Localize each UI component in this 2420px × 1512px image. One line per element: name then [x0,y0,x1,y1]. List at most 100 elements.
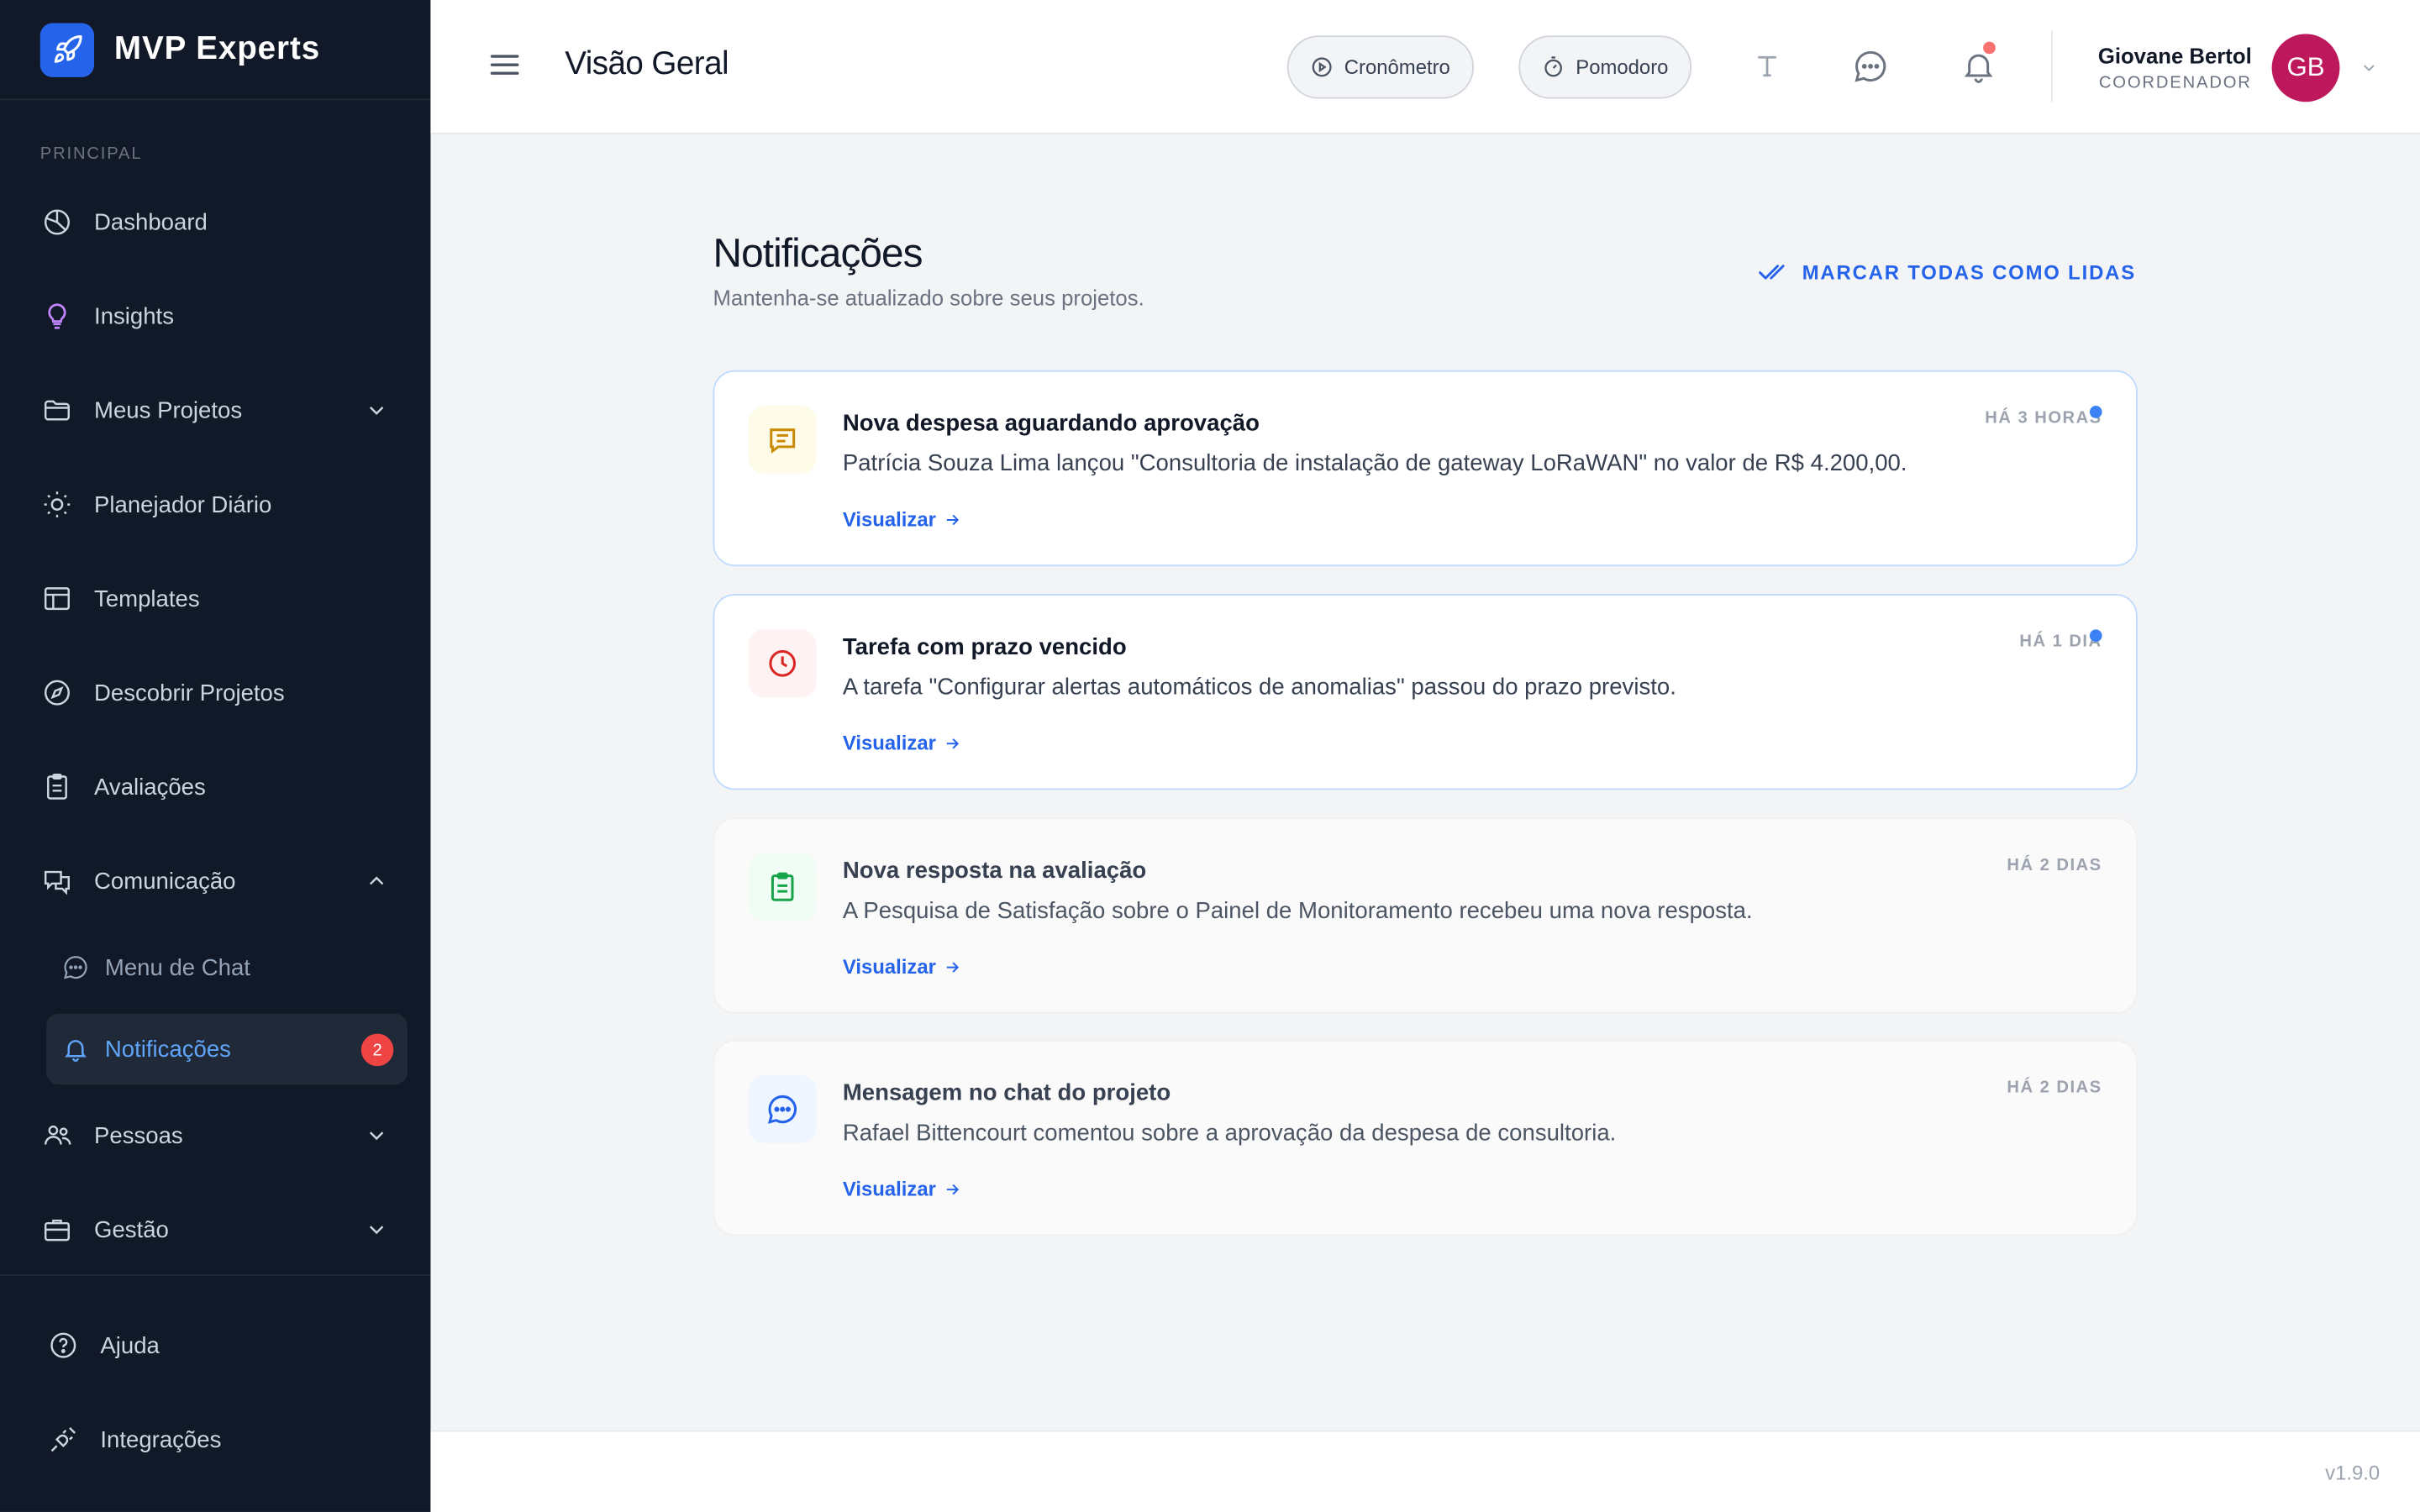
arrow-right-icon [944,510,962,528]
chevron-down-icon[interactable] [364,1123,388,1154]
sun-icon [40,487,74,521]
sidebar-subitem-label: Menu de Chat [104,953,250,981]
sidebar-item-label: Templates [94,585,200,612]
timer-button[interactable]: Cronômetro [1286,35,1474,99]
sidebar-item-label: Descobrir Projetos [94,680,285,706]
app-version: v1.9.0 [2325,1461,2381,1484]
view-link-label: Visualizar [842,731,936,755]
notification-title: Nova despesa aguardando aprovação [842,410,1260,437]
user-role: COORDENADOR [2098,74,2252,93]
sidebar-item-comunicacao[interactable]: Comunicação [40,856,389,906]
mark-all-read-button[interactable]: MARCAR TODAS COMO LIDAS [1757,260,2136,284]
sidebar-item-label: Meus Projetos [94,396,243,424]
chat-icon[interactable] [1852,48,1889,85]
sidebar-item-label: Comunicação [94,868,236,895]
chat-icon [748,1075,817,1143]
compass-icon [40,675,74,709]
sidebar-item-label: Avaliações [94,774,206,801]
user-name: Giovane Bertol [2097,43,2252,68]
view-link-label: Visualizar [842,954,936,979]
page-title: Visão Geral [565,46,729,82]
chevron-down-icon[interactable] [364,398,388,429]
arrow-right-icon [944,1179,962,1198]
notification-card[interactable]: Nova despesa aguardando aprovação Patríc… [713,370,2138,567]
sidebar-item-avaliacoes[interactable]: Avaliações [40,762,389,811]
clipboard-check-icon [748,853,817,921]
sidebar-divider [0,1274,431,1276]
notification-card[interactable]: Nova resposta na avaliação A Pesquisa de… [713,817,2138,1014]
notification-card[interactable]: Tarefa com prazo vencido A tarefa "Confi… [713,594,2138,790]
play-circle-icon [1310,55,1334,79]
top-bar: Visão Geral Cronômetro Pomodoro Giovane … [430,0,2420,134]
footer: v1.9.0 [430,1430,2420,1512]
stopwatch-icon [1542,55,1565,79]
sidebar-item-label: Planejador Diário [94,491,272,518]
notification-time: HÁ 3 HORAS [1985,408,2102,428]
sidebar-item-templates[interactable]: Templates [40,574,389,623]
help-circle-icon [46,1328,80,1362]
sidebar-item-label: Ajuda [100,1331,160,1359]
receipt-icon [748,406,817,474]
notification-title: Mensagem no chat do projeto [842,1079,1171,1106]
folder-icon [40,393,74,427]
header-divider [2050,30,2053,102]
arrow-right-icon [944,733,962,752]
sidebar: MVP Experts PRINCIPAL Dashboard Insights… [0,0,431,1512]
clock-icon [748,629,817,698]
sidebar-section-label: PRINCIPAL [39,144,143,164]
view-link[interactable]: Visualizar [842,731,962,755]
plug-icon [46,1422,80,1456]
sidebar-item-ajuda[interactable]: Ajuda [46,1320,395,1370]
notification-body: A tarefa "Configurar alertas automáticos… [842,674,1676,701]
notification-title: Tarefa com prazo vencido [842,633,1127,661]
sidebar-subitem-menu-de-chat[interactable]: Menu de Chat [46,932,408,1002]
chevron-down-icon[interactable] [2360,57,2378,85]
avatar[interactable]: GB [2271,34,2340,102]
menu-icon[interactable] [487,48,521,81]
double-check-icon [1757,260,1788,284]
sidebar-item-dashboard[interactable]: Dashboard [40,197,389,247]
chart-pie-icon [40,205,74,239]
sidebar-item-label: Pessoas [94,1122,183,1149]
notification-body: A Pesquisa de Satisfação sobre o Painel … [842,897,1753,925]
sidebar-item-label: Insights [94,302,175,330]
sidebar-subitem-notificacoes[interactable]: Notificações 2 [46,1013,408,1085]
sidebar-item-planejador-diario[interactable]: Planejador Diário [40,480,389,529]
brand-name: MVP Experts [113,30,321,66]
sidebar-item-integracoes[interactable]: Integrações [46,1415,395,1464]
notification-body: Rafael Bittencourt comentou sobre a apro… [842,1120,1617,1147]
sidebar-item-gestao[interactable]: Gestão [40,1205,389,1254]
notifications-subtitle: Mantenha-se atualizado sobre seus projet… [713,285,1144,311]
notification-card[interactable]: Mensagem no chat do projeto Rafael Bitte… [713,1039,2138,1236]
pomodoro-label: Pomodoro [1576,55,1669,79]
layout-icon [40,581,74,615]
view-link[interactable]: Visualizar [842,954,962,979]
view-link[interactable]: Visualizar [843,507,962,531]
sidebar-item-meus-projetos[interactable]: Meus Projetos [40,386,389,435]
text-size-icon[interactable] [1749,48,1786,85]
view-link[interactable]: Visualizar [843,1177,962,1200]
chevron-down-icon[interactable] [364,1217,388,1248]
notification-body: Patrícia Souza Lima lançou "Consultoria … [842,450,1907,477]
brand[interactable]: MVP Experts [0,0,431,101]
sidebar-item-label: Integrações [100,1426,222,1453]
timer-label: Cronômetro [1344,55,1450,79]
arrow-right-icon [944,958,962,976]
sidebar-item-pessoas[interactable]: Pessoas [40,1110,389,1160]
mark-all-read-label: MARCAR TODAS COMO LIDAS [1802,260,2136,284]
view-link-label: Visualizar [842,1177,936,1200]
lightbulb-icon [40,299,74,333]
notification-time: HÁ 2 DIAS [2007,856,2102,875]
notification-count-badge: 2 [360,1033,394,1067]
bell-icon[interactable] [1960,41,1997,85]
sidebar-item-label: Dashboard [94,208,208,236]
notifications-title: Notificações [713,229,923,276]
notification-time: HÁ 2 DIAS [2007,1078,2102,1097]
chat-icon [61,953,89,981]
sidebar-item-insights[interactable]: Insights [40,291,389,341]
unread-indicator [2089,629,2102,643]
sidebar-subitem-label: Notificações [104,1036,231,1063]
sidebar-item-descobrir-projetos[interactable]: Descobrir Projetos [40,668,389,717]
pomodoro-button[interactable]: Pomodoro [1518,35,1691,99]
chevron-up-icon[interactable] [364,869,388,900]
